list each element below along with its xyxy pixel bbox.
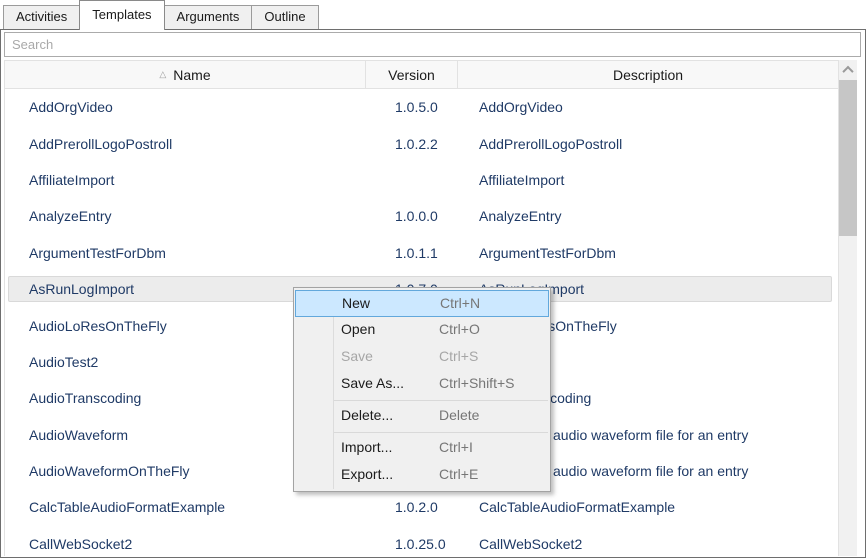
column-header-description[interactable]: Description bbox=[458, 61, 838, 88]
menu-item-shortcut: Ctrl+I bbox=[439, 435, 473, 460]
cell-version: 1.0.2.0 bbox=[366, 499, 458, 515]
table-row[interactable]: AddOrgVideo1.0.5.0AddOrgVideo bbox=[5, 89, 838, 125]
menu-item-export[interactable]: Export... Ctrl+E bbox=[294, 462, 550, 489]
cell-name: AddPrerollLogoPostroll bbox=[5, 136, 366, 152]
table-row[interactable]: CalcTableAudioFormatExample1.0.2.0CalcTa… bbox=[5, 489, 838, 525]
column-header-version[interactable]: Version bbox=[366, 61, 458, 88]
table-row[interactable]: AffiliateImport AffiliateImport bbox=[5, 162, 838, 198]
menu-item-import[interactable]: Import... Ctrl+I bbox=[294, 435, 550, 462]
table-row[interactable]: ArgumentTestForDbm1.0.1.1ArgumentTestFor… bbox=[5, 235, 838, 271]
menu-item-save-as[interactable]: Save As... Ctrl+Shift+S bbox=[294, 371, 550, 398]
cell-version: 1.0.25.0 bbox=[366, 536, 458, 552]
menu-item-open[interactable]: Open Ctrl+O bbox=[294, 317, 550, 344]
menu-item-save: Save Ctrl+S bbox=[294, 344, 550, 371]
menu-separator bbox=[334, 432, 548, 433]
menu-item-delete[interactable]: Delete... Delete bbox=[294, 403, 550, 430]
table-row[interactable]: CallWebSocket21.0.25.0CallWebSocket2 bbox=[5, 526, 838, 556]
menu-item-label: Save bbox=[341, 348, 373, 364]
cell-description: AddOrgVideo bbox=[458, 99, 838, 115]
cell-name: AnalyzeEntry bbox=[5, 208, 366, 224]
cell-version: 1.0.2.2 bbox=[366, 136, 458, 152]
context-menu: New Ctrl+N Open Ctrl+O Save Ctrl+S Save As... C… bbox=[293, 287, 551, 492]
chevron-up-icon bbox=[842, 65, 853, 76]
table-row[interactable]: AddPrerollLogoPostroll1.0.2.2AddPrerollL… bbox=[5, 125, 838, 161]
column-header-name[interactable]: △ Name bbox=[5, 61, 366, 88]
menu-item-shortcut: Ctrl+O bbox=[439, 317, 480, 342]
column-header-description-label: Description bbox=[613, 67, 683, 83]
menu-item-shortcut: Ctrl+Shift+S bbox=[439, 371, 514, 396]
menu-item-label: Delete... bbox=[341, 407, 393, 423]
tab-arguments[interactable]: Arguments bbox=[164, 5, 253, 29]
menu-item-label: Open bbox=[341, 321, 375, 337]
menu-item-shortcut: Delete bbox=[439, 403, 479, 428]
grid-header: △ Name Version Description bbox=[5, 61, 838, 89]
cell-version: 1.0.0.0 bbox=[366, 208, 458, 224]
scrollbar-thumb[interactable] bbox=[839, 80, 857, 236]
menu-item-label: Export... bbox=[341, 466, 393, 482]
cell-name: ArgumentTestForDbm bbox=[5, 245, 366, 261]
cell-version: 1.0.1.1 bbox=[366, 245, 458, 261]
tab-bar: ActivitiesTemplatesArgumentsOutline bbox=[3, 0, 319, 29]
cell-version: 1.0.5.0 bbox=[366, 99, 458, 115]
column-header-version-label: Version bbox=[388, 67, 435, 83]
cell-description: CallWebSocket2 bbox=[458, 536, 838, 552]
vertical-scrollbar[interactable] bbox=[839, 60, 857, 556]
cell-description: CalcTableAudioFormatExample bbox=[458, 499, 838, 515]
menu-item-shortcut: Ctrl+E bbox=[439, 462, 478, 487]
menu-item-shortcut: Ctrl+N bbox=[440, 291, 480, 316]
cell-description: AnalyzeEntry bbox=[458, 208, 838, 224]
cell-name: CallWebSocket2 bbox=[5, 536, 366, 552]
menu-item-label: Import... bbox=[341, 439, 392, 455]
tab-templates[interactable]: Templates bbox=[79, 0, 164, 30]
search-input[interactable] bbox=[4, 32, 861, 57]
tab-activities[interactable]: Activities bbox=[3, 5, 80, 29]
menu-item-label: Save As... bbox=[341, 375, 404, 391]
menu-separator bbox=[334, 400, 548, 401]
scroll-up-button[interactable] bbox=[839, 60, 857, 79]
cell-name: AddOrgVideo bbox=[5, 99, 366, 115]
cell-description: AffiliateImport bbox=[458, 172, 838, 188]
cell-description: AddPrerollLogoPostroll bbox=[458, 136, 838, 152]
cell-name: AffiliateImport bbox=[5, 172, 366, 188]
table-row[interactable]: AnalyzeEntry1.0.0.0AnalyzeEntry bbox=[5, 198, 838, 234]
menu-item-new[interactable]: New Ctrl+N bbox=[295, 290, 549, 317]
sort-ascending-icon: △ bbox=[159, 70, 166, 79]
menu-item-label: New bbox=[342, 295, 370, 311]
cell-description: ArgumentTestForDbm bbox=[458, 245, 838, 261]
cell-name: CalcTableAudioFormatExample bbox=[5, 499, 366, 515]
menu-item-shortcut: Ctrl+S bbox=[439, 344, 478, 369]
tab-outline[interactable]: Outline bbox=[251, 5, 318, 29]
column-header-name-label: Name bbox=[173, 67, 210, 83]
